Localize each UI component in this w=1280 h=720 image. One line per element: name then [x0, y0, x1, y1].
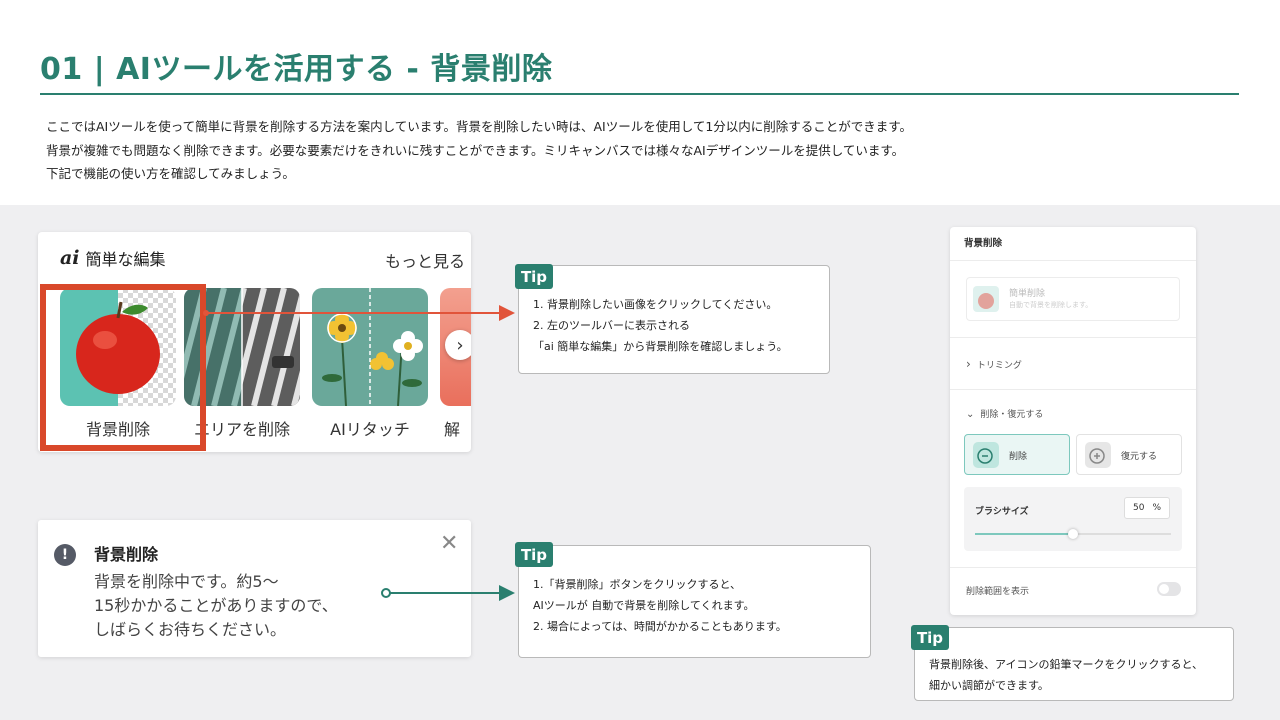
erase-restore-section[interactable]: ⌄ 削除・復元する: [966, 407, 1043, 420]
tip-line: 1. 背景削除したい画像をクリックしてください。: [533, 298, 778, 311]
eraser-icon: [973, 442, 999, 468]
intro-line: ここではAIツールを使って簡単に背景を削除する方法を案内しています。背景を削除し…: [46, 119, 913, 134]
show-range-toggle[interactable]: [1157, 582, 1181, 596]
ai-logo-icon: ai: [60, 247, 80, 269]
restore-brush-icon: [1085, 442, 1111, 468]
message-line: しばらくお待ちください。: [94, 620, 287, 639]
brush-size-input[interactable]: 50 %: [1124, 497, 1170, 519]
tip-box-1: 1. 背景削除したい画像をクリックしてください。 2. 左のツールバーに表示され…: [518, 265, 830, 374]
auto-remove-title: 簡単削除: [1009, 289, 1046, 299]
tool-label: AIリタッチ: [330, 420, 410, 439]
tool-label: 解: [444, 420, 461, 439]
brush-size-slider[interactable]: [975, 529, 1171, 539]
auto-remove-option[interactable]: 簡単削除 自動で背景を削除します。: [966, 277, 1180, 321]
tip-box-3: 背景削除後、アイコンの鉛筆マークをクリックすると、 細かい調節ができます。: [914, 627, 1234, 701]
message-line: 背景を削除中です。約5～: [94, 572, 279, 591]
chevron-right-icon[interactable]: ›: [445, 330, 471, 360]
notification-title: 背景削除: [94, 545, 159, 564]
processing-notification: ! 背景削除 背景を削除中です。約5～ 15秒かかることがありますので、 しばら…: [38, 520, 471, 657]
erase-restore-label: 削除・復元する: [980, 410, 1044, 420]
chevron-down-icon: ⌄: [966, 409, 975, 420]
restore-label: 復元する: [1121, 452, 1158, 462]
trimming-section[interactable]: › トリミング: [966, 357, 1022, 371]
brush-size-control: ブラシサイズ 50 %: [964, 487, 1182, 551]
title-divider: [40, 93, 1239, 95]
slider-fill: [975, 533, 1073, 535]
tip-badge: Tip: [515, 264, 553, 289]
tip-line: 背景削除後、アイコンの鉛筆マークをクリックすると、: [929, 658, 1204, 671]
divider: [950, 567, 1196, 568]
intro-line: 背景が複雑でも問題なく削除できます。必要な要素だけをきれいに残すことができます。…: [46, 142, 905, 158]
trimming-label: トリミング: [976, 361, 1022, 371]
tip-box-2: 1.「背景削除」ボタンをクリックすると、 AIツールが 自動で背景を削除してくれ…: [518, 545, 871, 658]
divider: [950, 337, 1196, 338]
divider: [950, 389, 1196, 390]
easy-edit-header: ai 簡単な編集: [60, 246, 166, 270]
tip-line: 1.「背景削除」ボタンをクリックすると、: [533, 578, 742, 591]
intro-text: ここではAIツールを使って簡単に背景を削除する方法を案内しています。背景を削除し…: [46, 115, 1236, 186]
tip-badge: Tip: [515, 542, 553, 567]
restore-button[interactable]: 復元する: [1076, 434, 1182, 475]
tip-line: 2. 左のツールバーに表示される: [533, 319, 690, 332]
page-title: 01 | AIツールを活用する - 背景削除: [40, 52, 553, 87]
auto-remove-subtitle: 自動で背景を削除します。: [1009, 301, 1093, 309]
tip-badge: Tip: [911, 625, 949, 650]
slider-handle[interactable]: [1068, 529, 1078, 539]
close-icon[interactable]: ✕: [440, 531, 458, 556]
chevron-right-icon: ›: [966, 357, 971, 371]
alert-icon: !: [54, 544, 76, 566]
intro-line: 下記で機能の使い方を確認してみましょう。: [46, 166, 295, 181]
tip-line: AIツールが 自動で背景を削除してくれます。: [533, 599, 755, 612]
highlight-frame: [40, 284, 206, 451]
tip-line: 「ai 簡単な編集」から背景削除を確認しましょう。: [533, 340, 788, 353]
tool-ai-retouch[interactable]: [312, 288, 428, 406]
background-remove-panel: 背景削除 簡単削除 自動で背景を削除します。 › トリミング ⌄ 削除・復元する 削…: [950, 227, 1196, 615]
erase-button[interactable]: 削除: [964, 434, 1070, 475]
erase-label: 削除: [1009, 452, 1028, 462]
flowers-icon: [312, 288, 428, 406]
message-line: 15秒かかることがありますので、: [94, 596, 338, 615]
panel-title: 背景削除: [964, 238, 1003, 249]
tip-line: 細かい調節ができます。: [929, 679, 1049, 692]
show-range-label: 削除範囲を表示: [966, 587, 1030, 597]
apple-thumb-icon: [973, 286, 999, 312]
brush-size-value: 50: [1132, 503, 1145, 513]
header-section: 01 | AIツールを活用する - 背景削除 ここではAIツールを使って簡単に背…: [0, 0, 1280, 205]
divider: [950, 260, 1196, 261]
notification-message: 背景を削除中です。約5～ 15秒かかることがありますので、 しばらくお待ちくださ…: [94, 570, 338, 642]
brush-size-unit: %: [1152, 503, 1161, 513]
brush-size-label: ブラシサイズ: [975, 507, 1029, 517]
easy-edit-heading: 簡単な編集: [85, 250, 166, 269]
tip-line: 2. 場合によっては、時間がかかることもあります。: [533, 620, 787, 633]
see-more-link[interactable]: もっと見る: [385, 248, 465, 272]
